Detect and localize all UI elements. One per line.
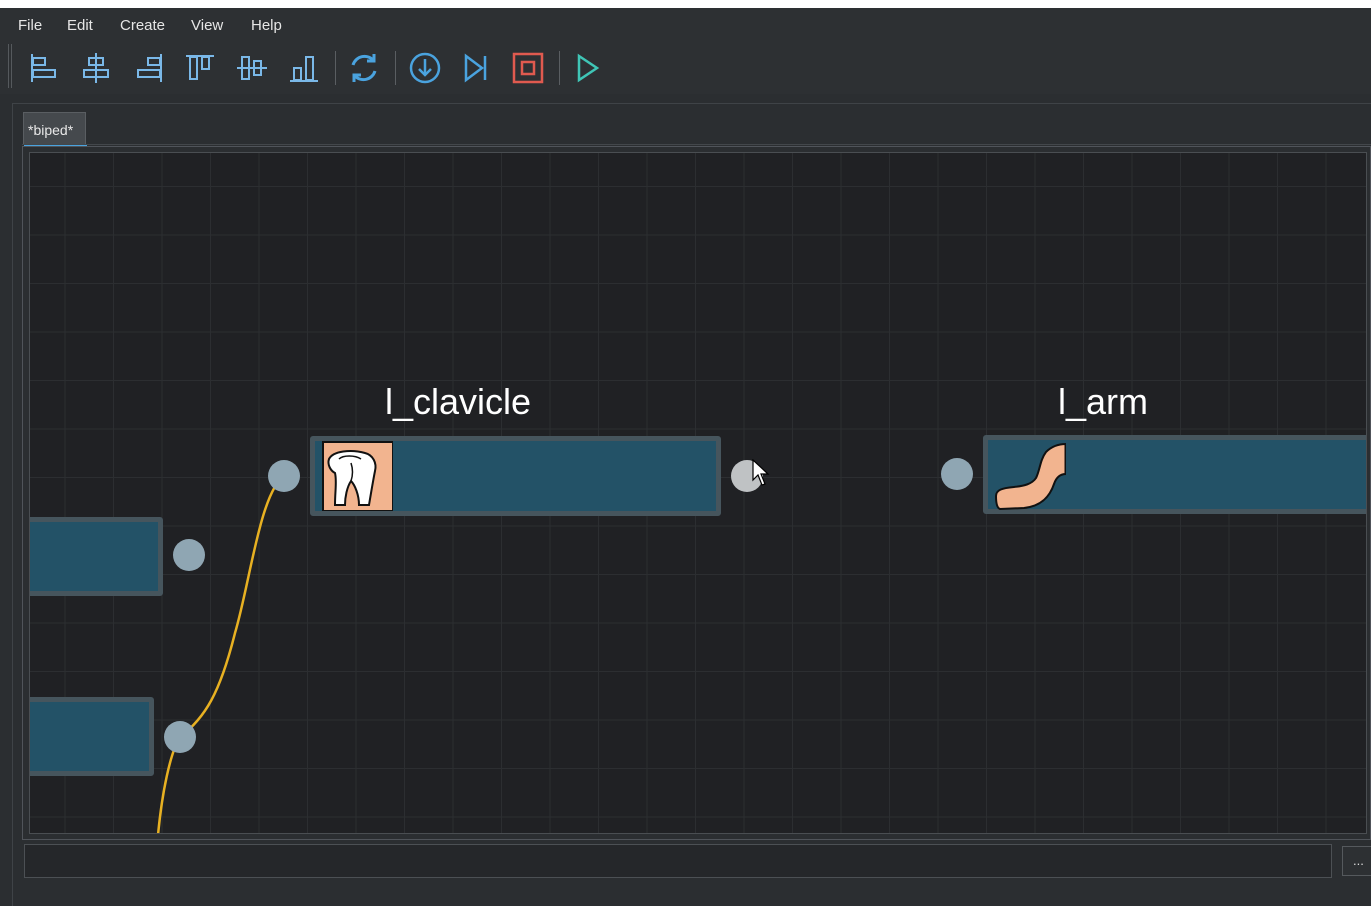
mouse-cursor-icon xyxy=(752,459,770,486)
align-bottom-button[interactable] xyxy=(284,48,324,88)
align-right-button[interactable] xyxy=(128,48,168,88)
step-down-button[interactable] xyxy=(405,48,445,88)
toolbar-separator xyxy=(335,51,336,85)
toolbar xyxy=(0,42,1371,94)
tab-bar-divider xyxy=(22,144,1371,145)
toolbar-grip[interactable] xyxy=(8,44,12,88)
stop-button[interactable] xyxy=(508,48,548,88)
output-port[interactable] xyxy=(173,539,205,571)
arm-icon xyxy=(994,442,1066,510)
input-port-l-clavicle[interactable] xyxy=(268,460,300,492)
skip-next-button[interactable] xyxy=(456,48,496,88)
align-left-icon xyxy=(31,54,56,82)
align-center-horizontal-icon xyxy=(83,53,109,83)
stop-icon xyxy=(512,52,544,84)
input-port-l-arm[interactable] xyxy=(941,458,973,490)
align-top-button[interactable] xyxy=(180,48,220,88)
align-left-button[interactable] xyxy=(24,48,64,88)
menu-help[interactable]: Help xyxy=(251,17,282,34)
refresh-button[interactable] xyxy=(344,48,384,88)
connection-wire xyxy=(179,474,285,738)
align-top-icon xyxy=(186,55,214,80)
tab-label: *biped* xyxy=(28,122,74,138)
align-center-horizontal-button[interactable] xyxy=(76,48,116,88)
browse-button[interactable]: ... xyxy=(1342,846,1371,876)
node-title-l-arm: l_arm xyxy=(1058,381,1149,422)
align-right-icon xyxy=(137,54,162,82)
command-input[interactable] xyxy=(24,844,1332,878)
menu-view[interactable]: View xyxy=(191,17,223,34)
play-icon xyxy=(577,53,600,83)
graph-node-partial[interactable] xyxy=(30,697,154,776)
refresh-icon xyxy=(351,54,377,82)
toolbar-separator xyxy=(395,51,396,85)
output-port[interactable] xyxy=(164,721,196,753)
align-middle-vertical-button[interactable] xyxy=(232,48,272,88)
menu-file[interactable]: File xyxy=(18,17,42,34)
shoulder-icon xyxy=(322,441,393,511)
align-middle-vertical-icon xyxy=(237,56,267,80)
graph-node-l-clavicle[interactable] xyxy=(310,436,721,516)
node-graph-canvas[interactable]: l_clavicle l_arm xyxy=(29,152,1367,834)
browse-button-label: ... xyxy=(1353,853,1364,868)
menu-bar: File Edit Create View Help xyxy=(0,8,1371,42)
toolbar-separator xyxy=(559,51,560,85)
node-title-l-clavicle: l_clavicle xyxy=(385,381,532,422)
skip-next-icon xyxy=(464,53,487,83)
align-bottom-icon xyxy=(290,56,318,82)
window-top-strip xyxy=(0,0,1371,8)
menu-edit[interactable]: Edit xyxy=(67,17,93,34)
graph-node-l-arm[interactable] xyxy=(983,435,1366,514)
tab-biped[interactable]: *biped* xyxy=(23,112,87,147)
menu-create[interactable]: Create xyxy=(120,17,165,34)
graph-node-partial[interactable] xyxy=(30,517,163,596)
play-button[interactable] xyxy=(567,48,607,88)
step-down-icon xyxy=(409,52,441,84)
